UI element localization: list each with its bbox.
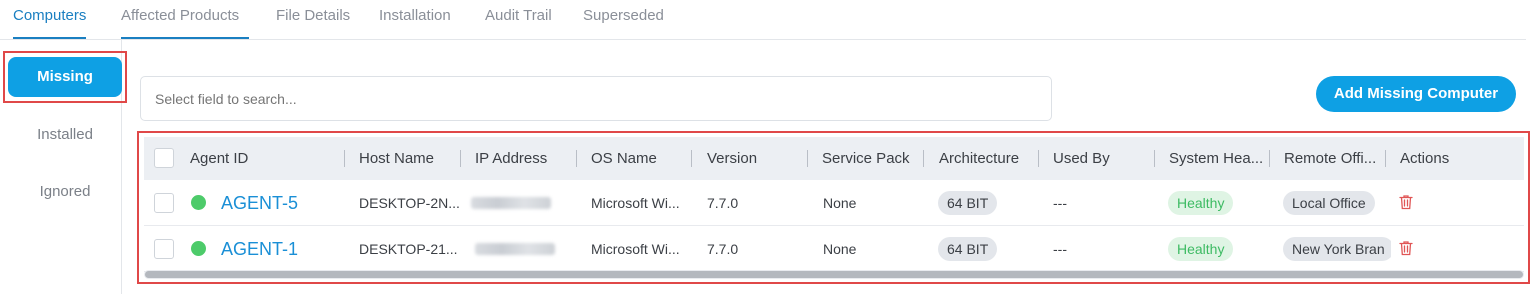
agent-id-link[interactable]: AGENT-5 [221, 180, 331, 226]
column-header-os-name[interactable]: OS Name [591, 137, 691, 180]
column-separator[interactable] [691, 150, 692, 167]
computers-table: Agent ID Host Name IP Address OS Name Ve… [144, 137, 1524, 279]
health-status-badge: Healthy [1168, 191, 1234, 215]
column-separator[interactable] [1385, 150, 1386, 167]
highlight-box-sidebar [3, 51, 127, 103]
column-separator[interactable] [344, 150, 345, 167]
column-separator[interactable] [923, 150, 924, 167]
host-name-cell: DESKTOP-21... [359, 241, 458, 257]
remote-office-cell: New York Bran [1283, 226, 1391, 272]
agent-id-link[interactable]: AGENT-1 [221, 226, 331, 272]
used-by-cell: --- [1053, 195, 1067, 211]
column-header-version[interactable]: Version [707, 137, 807, 180]
column-separator[interactable] [1269, 150, 1270, 167]
column-separator[interactable] [807, 150, 808, 167]
host-name-cell: DESKTOP-2N... [359, 195, 459, 211]
remote-office-badge: New York Bran [1283, 237, 1391, 261]
select-all-checkbox[interactable] [154, 148, 174, 168]
os-name-cell: Microsoft Wi... [591, 195, 680, 211]
trash-icon[interactable] [1399, 240, 1413, 256]
scrollbar-thumb[interactable] [145, 271, 1523, 278]
health-status-badge: Healthy [1168, 237, 1234, 261]
service-pack-cell: None [823, 241, 857, 257]
ip-address-redacted [475, 243, 555, 255]
remote-office-badge: Local Office [1283, 191, 1375, 215]
version-cell: 7.7.0 [707, 241, 739, 257]
tab-file-details[interactable]: File Details [276, 7, 350, 39]
column-header-agent-id[interactable]: Agent ID [190, 137, 340, 180]
tab-affected-products[interactable]: Affected Products [121, 7, 239, 39]
os-name-cell: Microsoft Wi... [591, 241, 680, 257]
table-header: Agent ID Host Name IP Address OS Name Ve… [144, 137, 1524, 180]
architecture-cell: 64 BIT [938, 180, 1038, 226]
sidebar-item-installed[interactable]: Installed [8, 115, 122, 155]
health-cell: Healthy [1168, 180, 1268, 226]
column-separator[interactable] [1154, 150, 1155, 167]
column-header-service-pack[interactable]: Service Pack [822, 137, 922, 180]
tab-hover-underline [121, 37, 249, 39]
architecture-badge: 64 BIT [938, 237, 998, 261]
used-by-cell: --- [1053, 241, 1067, 257]
column-header-system-health[interactable]: System Hea... [1169, 137, 1269, 180]
column-header-used-by[interactable]: Used By [1053, 137, 1153, 180]
architecture-cell: 64 BIT [938, 226, 1038, 272]
version-cell: 7.7.0 [707, 195, 739, 211]
column-header-ip-address[interactable]: IP Address [475, 137, 575, 180]
table-row[interactable]: AGENT-5 DESKTOP-2N... Microsoft Wi... 7.… [144, 180, 1524, 226]
row-checkbox[interactable] [154, 193, 174, 213]
architecture-badge: 64 BIT [938, 191, 998, 215]
tab-computers[interactable]: Computers [13, 7, 87, 39]
row-checkbox[interactable] [154, 239, 174, 259]
tab-audit-trail[interactable]: Audit Trail [485, 7, 552, 39]
health-cell: Healthy [1168, 226, 1268, 272]
horizontal-scrollbar[interactable] [144, 270, 1524, 279]
column-header-remote-office[interactable]: Remote Offi... [1284, 137, 1384, 180]
column-separator[interactable] [576, 150, 577, 167]
column-header-actions: Actions [1400, 150, 1450, 167]
tab-superseded[interactable]: Superseded [583, 7, 664, 39]
column-header-host-name[interactable]: Host Name [359, 137, 459, 180]
tab-bar: Computers Affected Products File Details… [0, 0, 1526, 40]
online-dot-icon [191, 241, 206, 256]
search-input[interactable] [140, 76, 1052, 121]
column-separator[interactable] [1038, 150, 1039, 167]
sidebar-item-ignored[interactable]: Ignored [8, 172, 122, 212]
remote-office-cell: Local Office [1283, 180, 1386, 226]
column-separator[interactable] [460, 150, 461, 167]
trash-icon[interactable] [1399, 194, 1413, 210]
add-missing-computer-button[interactable]: Add Missing Computer [1316, 76, 1516, 112]
column-header-architecture[interactable]: Architecture [939, 137, 1039, 180]
tab-installation[interactable]: Installation [379, 7, 451, 39]
table-row[interactable]: AGENT-1 DESKTOP-21... Microsoft Wi... 7.… [144, 226, 1524, 272]
online-dot-icon [191, 195, 206, 210]
ip-address-redacted [471, 197, 551, 209]
service-pack-cell: None [823, 195, 857, 211]
